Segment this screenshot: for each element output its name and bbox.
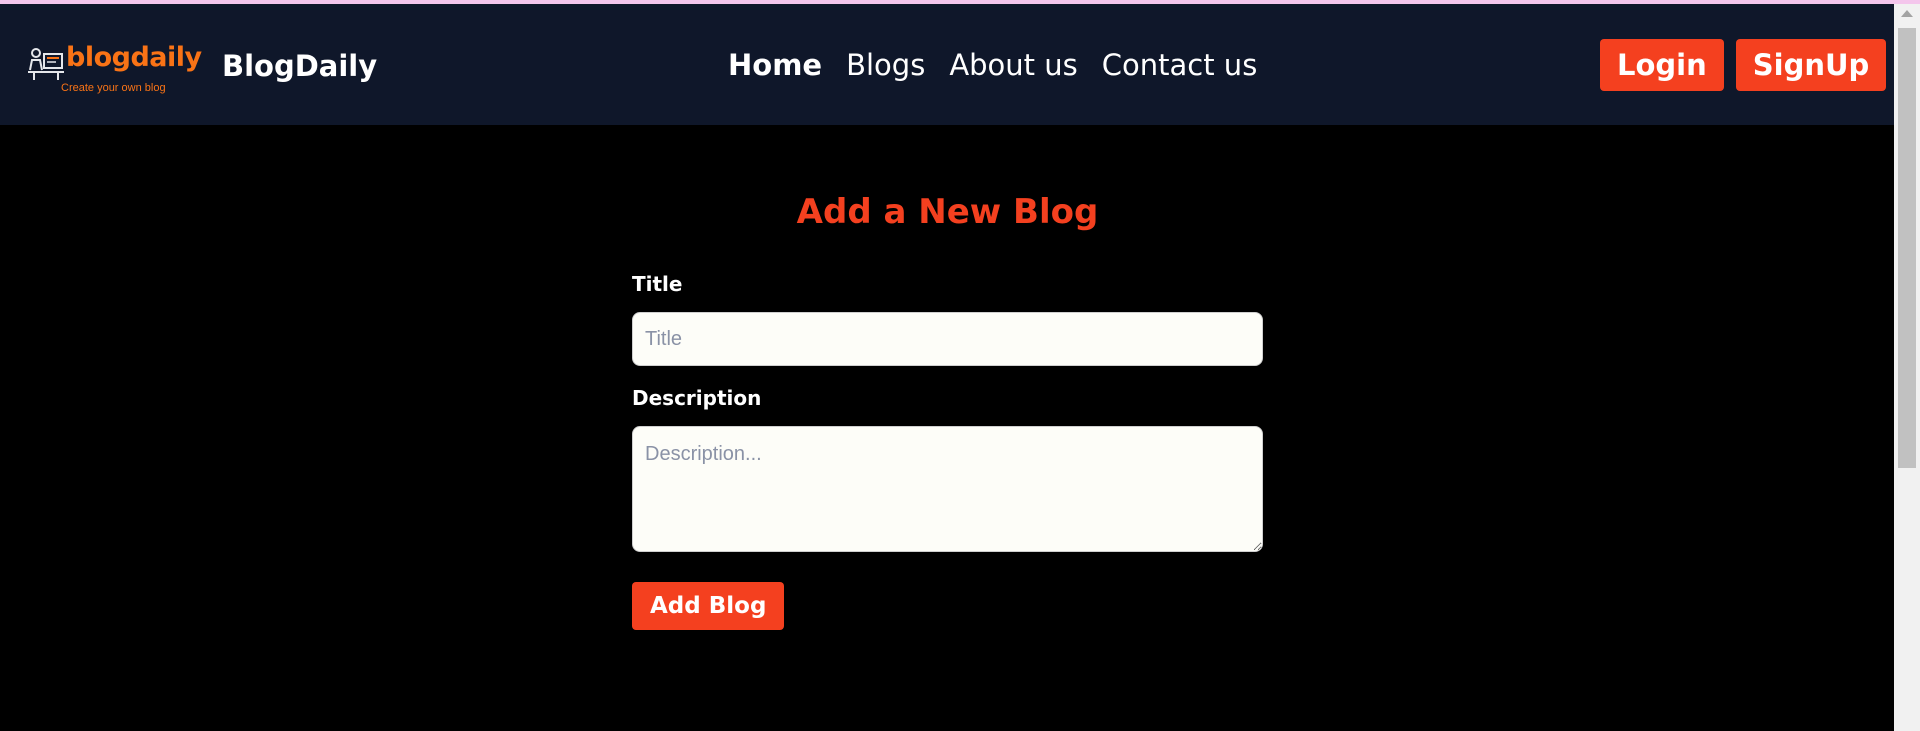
login-button[interactable]: Login	[1600, 39, 1724, 91]
add-blog-button[interactable]: Add Blog	[632, 582, 785, 630]
brand-name[interactable]: BlogDaily	[222, 49, 377, 83]
auth-buttons: Login SignUp	[1600, 39, 1887, 91]
scrollbar-thumb[interactable]	[1898, 28, 1916, 468]
blogger-at-desk-icon	[28, 48, 64, 80]
site-logo[interactable]: blogdaily Create your own blog	[28, 42, 202, 102]
signup-button[interactable]: SignUp	[1735, 39, 1887, 91]
nav-link-home[interactable]: Home	[728, 48, 822, 82]
description-label: Description	[632, 386, 762, 410]
page-title: Add a New Blog	[796, 192, 1099, 232]
scroll-up-arrow-icon[interactable]	[1901, 10, 1913, 17]
nav-link-blogs[interactable]: Blogs	[846, 48, 925, 82]
add-blog-form: Add a New Blog Title Description Add Blo…	[632, 192, 1263, 630]
navbar: blogdaily Create your own blog BlogDaily…	[0, 4, 1894, 125]
nav-link-contact-us[interactable]: Contact us	[1102, 48, 1258, 82]
main-nav: Home Blogs About us Contact us	[728, 48, 1257, 82]
title-label: Title	[632, 272, 683, 296]
description-textarea[interactable]	[632, 426, 1263, 552]
logo-tagline: Create your own blog	[61, 82, 166, 94]
title-input[interactable]	[632, 312, 1263, 366]
nav-link-about-us[interactable]: About us	[949, 48, 1077, 82]
logo-wordmark: blogdaily	[66, 42, 202, 73]
page-scrollbar[interactable]	[1894, 4, 1920, 731]
